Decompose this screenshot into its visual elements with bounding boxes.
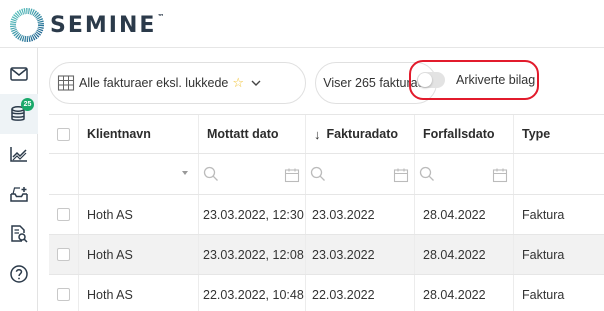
type-cell: Faktura [522, 287, 565, 302]
favorite-star-icon[interactable]: ☆ [232, 75, 244, 91]
table-filter-row [49, 154, 604, 195]
document-search-icon [11, 225, 28, 243]
row-select-cell [49, 235, 79, 274]
top-bar: SEMINE™ [0, 0, 604, 48]
column-header-label: Forfallsdato [423, 127, 495, 141]
sidebar-item-inbox[interactable] [0, 174, 38, 214]
table-row[interactable]: Hoth AS 23.03.2022, 12:30 23.03.2022 28.… [49, 195, 604, 235]
client-filter-dropdown[interactable] [79, 154, 199, 194]
calendar-icon[interactable] [492, 167, 508, 183]
search-icon [419, 166, 434, 181]
sidebar-item-invoices[interactable]: 25 [0, 94, 38, 134]
calendar-icon[interactable] [393, 167, 409, 183]
sidebar-item-document-search[interactable] [0, 214, 38, 254]
sidebar-item-reports[interactable] [0, 134, 38, 174]
toggle-knob [418, 73, 432, 87]
table-view-icon [57, 75, 75, 91]
received-date-filter[interactable] [199, 154, 306, 194]
received-date-cell: 22.03.2022, 10:48 [199, 275, 306, 311]
invoice-date-cell: 23.03.2022 [306, 235, 415, 274]
calendar-icon[interactable] [284, 167, 300, 183]
archived-toggle-switch[interactable] [417, 72, 445, 88]
type-cell: Faktura [522, 207, 565, 222]
sidebar-item-mail[interactable] [0, 54, 38, 94]
column-header-due-date[interactable]: Forfallsdato [415, 115, 514, 153]
help-icon [10, 265, 28, 283]
brand-logo[interactable]: SEMINE™ [10, 8, 166, 42]
client-name-cell: Hoth AS [79, 275, 199, 311]
received-date-cell: 23.03.2022, 12:30 [199, 195, 306, 234]
row-select-cell [49, 275, 79, 311]
row-checkbox[interactable] [57, 248, 70, 261]
row-select-cell [49, 195, 79, 234]
search-icon [203, 166, 218, 181]
select-all-checkbox[interactable] [57, 127, 70, 141]
due-date-cell: 28.04.2022 [415, 195, 514, 234]
invoice-date-cell: 22.03.2022 [306, 275, 415, 311]
saved-filter-label: Alle fakturaer eksl. lukkede [79, 76, 229, 90]
column-header-label: Fakturadato [326, 127, 399, 141]
client-name-cell: Hoth AS [79, 195, 199, 234]
table-header-row: Klientnavn Mottatt dato ↓ Fakturadato Fo… [49, 114, 604, 154]
due-date-cell: 28.04.2022 [415, 235, 514, 274]
column-header-received[interactable]: Mottatt dato [199, 115, 306, 153]
row-checkbox[interactable] [57, 208, 70, 221]
archived-attachments-toggle-group[interactable]: Arkiverte bilag [409, 60, 539, 100]
due-date-filter[interactable] [415, 154, 514, 194]
saved-filter-dropdown[interactable]: Alle fakturaer eksl. lukkede ☆ [49, 62, 306, 104]
column-header-label: Mottatt dato [207, 127, 279, 141]
column-header-label: Klientnavn [87, 127, 151, 141]
sidebar: 25 [0, 48, 38, 311]
type-filter-cell[interactable] [514, 154, 604, 194]
main-content: Alle fakturaer eksl. lukkede ☆ Viser 265… [39, 48, 604, 311]
column-header-client[interactable]: Klientnavn [79, 115, 199, 153]
row-checkbox[interactable] [57, 288, 70, 301]
received-date-cell: 23.03.2022, 12:08 [199, 235, 306, 274]
chevron-down-icon [251, 80, 261, 86]
toolbar: Alle fakturaer eksl. lukkede ☆ Viser 265… [39, 60, 604, 106]
chart-icon [10, 147, 27, 162]
brand-name: SEMINE™ [50, 12, 167, 38]
table-row[interactable]: Hoth AS 23.03.2022, 12:08 23.03.2022 28.… [49, 235, 604, 275]
sort-descending-icon: ↓ [314, 126, 321, 142]
trademark-symbol: ™ [157, 12, 167, 21]
caret-down-icon [182, 171, 188, 175]
filter-spacer-cell [49, 154, 79, 194]
table-row[interactable]: Hoth AS 22.03.2022, 10:48 22.03.2022 28.… [49, 275, 604, 311]
client-name-cell: Hoth AS [79, 235, 199, 274]
archived-toggle-label: Arkiverte bilag [456, 73, 536, 87]
invoice-date-cell: 23.03.2022 [306, 195, 415, 234]
column-header-label: Type [522, 127, 551, 141]
sidebar-item-help[interactable] [0, 254, 38, 294]
select-all-cell [49, 115, 79, 153]
invoice-date-filter[interactable] [306, 154, 415, 194]
type-cell: Faktura [522, 247, 565, 262]
logo-mark-icon [10, 8, 44, 42]
column-header-invoice-date[interactable]: ↓ Fakturadato [306, 115, 415, 153]
inbox-icon [10, 187, 28, 202]
column-header-type[interactable]: Type [514, 115, 604, 153]
invoice-count-badge: 25 [21, 98, 34, 111]
mail-icon [10, 67, 28, 81]
due-date-cell: 28.04.2022 [415, 275, 514, 311]
search-icon [310, 166, 325, 181]
